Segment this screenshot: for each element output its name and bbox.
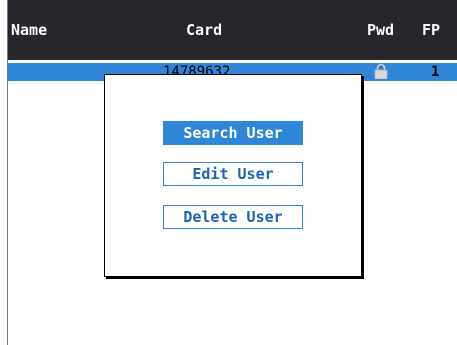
user-options-dialog: Search User Edit User Delete User (104, 74, 362, 277)
column-header-name: Name (11, 21, 48, 39)
lock-icon (374, 63, 388, 80)
column-header-fp: FP (422, 21, 441, 39)
table-header: Name Card Pwd FP (8, 0, 457, 60)
user-list-screen: Name Card Pwd FP 14789632 1 Search User … (0, 0, 457, 345)
edit-user-button[interactable]: Edit User (163, 162, 303, 186)
fingerprint-count-cell: 1 (431, 64, 440, 80)
column-header-pwd: Pwd (367, 21, 395, 39)
search-user-button[interactable]: Search User (163, 121, 303, 145)
column-header-card: Card (186, 21, 223, 39)
delete-user-button[interactable]: Delete User (163, 205, 303, 229)
